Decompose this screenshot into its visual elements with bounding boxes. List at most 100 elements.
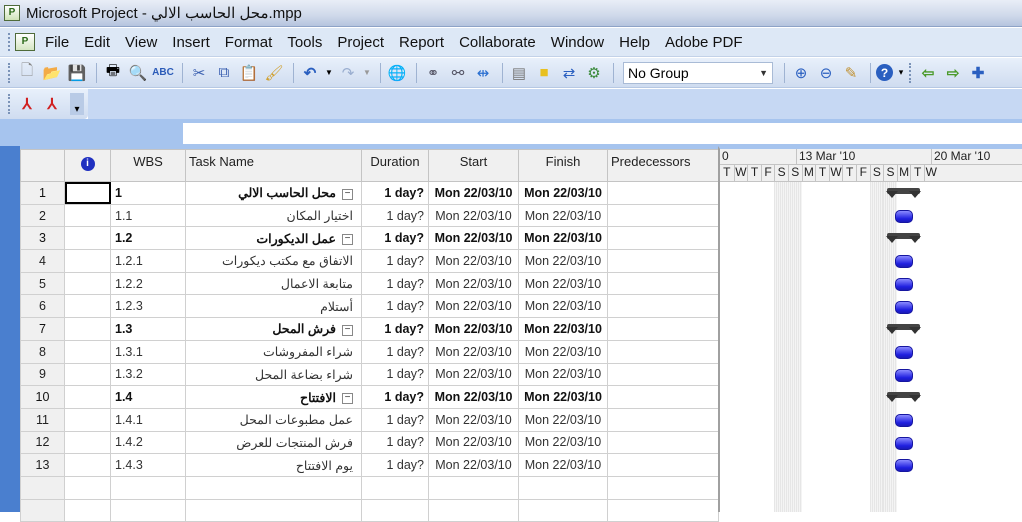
table-row[interactable]: 13 1.4.3 يوم الافتتاح 1 day? Mon 22/03/10 Mon… [20,453,719,477]
wbs-cell[interactable]: 1.3.2 [110,362,186,387]
menu-edit[interactable]: Edit [84,34,110,51]
duration-cell[interactable]: 1 day? [361,294,429,319]
row-id[interactable] [20,475,65,500]
indicator-cell[interactable] [64,339,111,364]
finish-cell[interactable]: Mon 22/03/10 [518,430,608,455]
menu-adobe-pdf[interactable]: Adobe PDF [665,34,743,51]
wbs-cell[interactable]: 1.4.1 [110,407,186,432]
start-cell[interactable]: Mon 22/03/10 [428,271,519,296]
duration-cell[interactable]: 1 day? [361,317,429,341]
toolbar-options-icon[interactable]: ▾ [70,93,84,115]
summary-bar[interactable] [885,233,921,244]
task-name-cell[interactable]: فرش المنتجات للعرض [185,430,362,455]
table-row[interactable]: 9 1.3.2 شراء بضاعة المحل 1 day? Mon 22/03/10… [20,362,719,387]
menu-insert[interactable]: Insert [172,34,210,51]
undo-icon[interactable]: ↶ [299,62,321,84]
toolbar-grip[interactable] [8,33,11,51]
column-header-finish[interactable]: Finish [518,149,608,182]
predecessors-cell[interactable] [607,294,719,319]
cut-icon[interactable]: ✂ [188,62,210,84]
finish-cell[interactable]: Mon 22/03/10 [518,203,608,228]
task-name-cell[interactable]: شراء المفروشات [185,339,362,364]
row-id[interactable]: 10 [20,385,65,409]
new-icon[interactable]: 🗋 [16,62,38,84]
entry-field[interactable] [183,123,1022,144]
go-to-task-icon[interactable]: ✎ [840,62,862,84]
task-bar[interactable] [894,300,913,314]
empty-cell[interactable] [361,498,429,522]
duration-cell[interactable]: 1 day? [361,181,429,205]
column-header-predecessors[interactable]: Predecessors [607,149,719,182]
start-cell[interactable]: Mon 22/03/10 [428,339,519,364]
link-tasks-icon[interactable]: ⚭ [422,62,444,84]
duration-cell[interactable]: 1 day? [361,226,429,251]
indicator-cell[interactable] [64,203,111,228]
toolbar-options-icon[interactable]: ▾ [896,62,906,84]
indicator-cell[interactable] [64,226,111,251]
wbs-cell[interactable]: 1.3 [110,317,186,341]
print-preview-icon[interactable]: 🔍 [127,62,149,84]
indicator-cell[interactable] [64,294,111,319]
group-combo[interactable]: No Group ▼ [623,61,773,84]
column-header-start[interactable]: Start [428,149,519,182]
row-id[interactable]: 1 [20,181,65,205]
scroll-left-icon[interactable]: ⇦ [917,62,939,84]
row-id[interactable]: 6 [20,294,65,319]
row-id[interactable] [20,498,65,522]
empty-cell[interactable] [428,498,519,522]
task-name-cell[interactable]: −محل الحاسب الالي [185,181,362,205]
empty-cell[interactable] [361,475,429,500]
summary-bar[interactable] [885,392,921,403]
empty-cell[interactable] [607,498,719,522]
menu-file[interactable]: File [45,34,69,51]
wbs-cell[interactable]: 1.4.2 [110,430,186,455]
menu-tools[interactable]: Tools [287,34,322,51]
duration-cell[interactable]: 1 day? [361,339,429,364]
task-bar[interactable] [894,414,913,427]
predecessors-cell[interactable] [607,226,719,251]
column-header-task-name[interactable]: Task Name [185,149,362,182]
duration-cell[interactable]: 1 day? [361,453,429,477]
finish-cell[interactable]: Mon 22/03/10 [518,271,608,296]
row-id[interactable]: 13 [20,453,65,477]
predecessors-cell[interactable] [607,362,719,387]
wbs-cell[interactable]: 1.4.3 [110,453,186,477]
duration-cell[interactable]: 1 day? [361,362,429,387]
table-row[interactable]: 4 1.2.1 الاتفاق مع مكتب ديكورات 1 day? Mon 2… [20,249,719,273]
collapse-icon[interactable]: − [342,324,353,336]
paste-icon[interactable]: 📋 [238,62,260,84]
duration-cell[interactable]: 1 day? [361,271,429,296]
task-name-cell[interactable]: أستلام [185,294,362,319]
finish-cell[interactable]: Mon 22/03/10 [518,385,608,409]
collapse-icon[interactable]: − [342,392,353,404]
add-icon[interactable]: ✚ [967,62,989,84]
duration-cell[interactable]: 1 day? [361,249,429,273]
convert-to-pdf-icon[interactable]: ⅄ [16,93,38,115]
summary-bar[interactable] [885,188,921,198]
row-id[interactable]: 9 [20,362,65,387]
start-cell[interactable]: Mon 22/03/10 [428,407,519,432]
task-name-cell[interactable]: شراء بضاعة المحل [185,362,362,387]
start-cell[interactable]: Mon 22/03/10 [428,362,519,387]
format-painter-icon[interactable]: 🖌 [263,62,285,84]
table-row[interactable]: 11 1.4.1 عمل مطبوعات المحل 1 day? Mon 22/03/… [20,407,719,432]
table-row[interactable]: 3 1.2 −عمل الديكورات 1 day? Mon 22/03/10 Mon … [20,226,719,251]
table-row[interactable]: 2 1.1 اختيار المكان 1 day? Mon 22/03/10 Mon 2… [20,203,719,228]
empty-cell[interactable] [64,475,111,500]
start-cell[interactable]: Mon 22/03/10 [428,317,519,341]
task-bar[interactable] [894,255,913,269]
toolbar-grip[interactable] [8,62,11,83]
start-cell[interactable]: Mon 22/03/10 [428,385,519,409]
insert-hyperlink-icon[interactable]: 🌐 [386,62,408,84]
row-id[interactable]: 7 [20,317,65,341]
row-id[interactable]: 11 [20,407,65,432]
save-icon[interactable]: 💾 [66,62,88,84]
publish-icon[interactable]: ⚙ [583,62,605,84]
table-row[interactable]: 7 1.3 −فرش المحل 1 day? Mon 22/03/10 Mon 22/0… [20,317,719,341]
task-name-cell[interactable]: −فرش المحل [185,317,362,341]
table-row[interactable]: 12 1.4.2 فرش المنتجات للعرض 1 day? Mon 22/03… [20,430,719,455]
gantt-chart[interactable]: 0 13 Mar '10 20 Mar '10 TWTFSSMTWTFSSMTW [718,146,1022,512]
task-bar[interactable] [894,368,913,382]
menu-report[interactable]: Report [399,34,444,51]
unlink-tasks-icon[interactable]: ⚯ [447,62,469,84]
